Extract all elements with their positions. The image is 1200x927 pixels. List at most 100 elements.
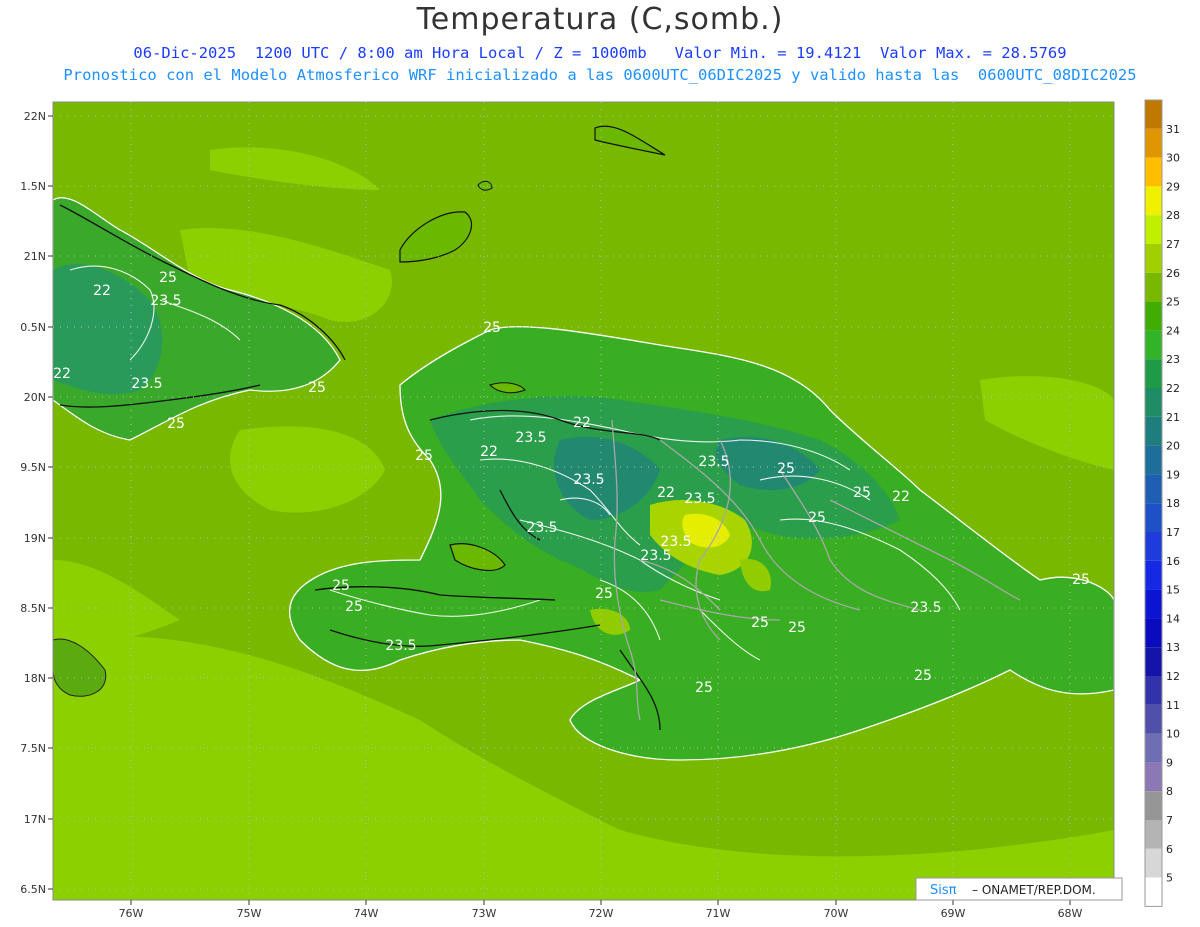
colorbar-label: 7 <box>1166 814 1173 827</box>
contour-label: 25 <box>751 615 769 631</box>
contour-label: 22 <box>93 283 111 299</box>
colorbar-swatch <box>1145 301 1162 331</box>
contour-label: 25 <box>788 620 806 636</box>
colorbar: 31 30 29 28 27 26 25 24 23 22 21 20 19 18 17 16 15 14 13 12… <box>1144 99 1180 907</box>
contour-label: 25 <box>695 680 713 696</box>
colorbar-swatch <box>1145 474 1162 504</box>
lon-label: 70W <box>824 907 849 920</box>
colorbar-swatch <box>1145 157 1162 187</box>
colorbar-label: 5 <box>1166 872 1173 885</box>
colorbar-swatch <box>1145 647 1162 676</box>
contour-label: 25 <box>1072 572 1090 588</box>
colorbar-label: 22 <box>1166 382 1180 395</box>
lat-label: 19N <box>24 532 46 545</box>
contour-label: 22 <box>53 366 71 382</box>
lat-label: 20N <box>24 391 46 404</box>
lon-label: 68W <box>1058 907 1083 920</box>
contour-label: 23.5 <box>684 491 715 507</box>
colorbar-label: 19 <box>1166 468 1180 481</box>
colorbar-label: 13 <box>1166 641 1180 654</box>
temperature-map: 25 22 23.5 22 23.5 25 25 25 22 23.5 25 22 23.5 25 23.5… <box>20 99 1180 920</box>
contour-label: 25 <box>483 320 501 336</box>
contour-label: 25 <box>595 586 613 602</box>
colorbar-label: 12 <box>1166 670 1180 683</box>
colorbar-swatch <box>1145 589 1162 619</box>
contour-label: 22 <box>657 485 675 501</box>
longitude-axis: 76W 75W 74W 73W 72W 71W 70W 69W 68W <box>119 900 1083 920</box>
colorbar-label: 9 <box>1166 756 1173 769</box>
contour-label: 22 <box>480 444 498 460</box>
colorbar-label: 26 <box>1166 267 1180 280</box>
contour-label: 23.5 <box>150 293 181 309</box>
colorbar-swatch <box>1145 503 1162 532</box>
lon-label: 71W <box>706 907 731 920</box>
colorbar-swatch <box>1145 820 1162 849</box>
colorbar-swatch <box>1145 618 1162 648</box>
contour-label: 25 <box>345 599 363 615</box>
colorbar-label: 24 <box>1166 324 1180 337</box>
lon-label: 72W <box>589 907 614 920</box>
colorbar-label: 30 <box>1166 152 1180 165</box>
contour-label: 23.5 <box>698 454 729 470</box>
colorbar-label: 10 <box>1166 728 1180 741</box>
colorbar-label: 31 <box>1166 123 1180 136</box>
lat-label: 17N <box>24 813 46 826</box>
contour-label: 23.5 <box>515 430 546 446</box>
lon-label: 69W <box>941 907 966 920</box>
latitude-axis: 22N 1.5N 21N 0.5N 20N 9.5N 19N 8.5N 18N 7.5N 17N 6.… <box>20 110 53 896</box>
contour-label: 23.5 <box>131 376 162 392</box>
colorbar-swatch <box>1145 416 1162 446</box>
colorbar-label: 27 <box>1166 238 1180 251</box>
colorbar-swatch <box>1145 445 1162 475</box>
contour-label: 23.5 <box>526 520 557 536</box>
lat-label: 8.5N <box>20 602 46 615</box>
colorbar-label: 20 <box>1166 440 1180 453</box>
contour-label: 23.5 <box>640 548 671 564</box>
colorbar-label: 8 <box>1166 785 1173 798</box>
contour-label: 25 <box>415 448 433 464</box>
colorbar-swatch <box>1145 762 1162 792</box>
colorbar-label: 25 <box>1166 296 1180 309</box>
colorbar-swatch <box>1145 791 1162 820</box>
lat-label: 0.5N <box>20 321 46 334</box>
contour-label: 23.5 <box>385 638 416 654</box>
lat-label: 9.5N <box>20 461 46 474</box>
colorbar-swatch <box>1145 359 1162 388</box>
colorbar-swatch <box>1145 877 1162 907</box>
credit-text: – ONAMET/REP.DOM. <box>972 883 1096 897</box>
colorbar-swatch <box>1145 215 1162 244</box>
colorbar-label: 15 <box>1166 584 1180 597</box>
colorbar-swatch <box>1145 330 1162 360</box>
colorbar-label: 16 <box>1166 555 1180 568</box>
lat-label: 1.5N <box>20 180 46 193</box>
contour-label: 25 <box>914 668 932 684</box>
lon-label: 76W <box>119 907 144 920</box>
credit-logo: Sisπ <box>930 883 957 898</box>
contour-label: 25 <box>808 510 826 526</box>
contour-label: 22 <box>573 415 591 431</box>
lat-label: 18N <box>24 672 46 685</box>
contour-label: 23.5 <box>910 600 941 616</box>
colorbar-label: 17 <box>1166 526 1180 539</box>
lat-label: 21N <box>24 250 46 263</box>
contour-label: 25 <box>853 485 871 501</box>
colorbar-swatch <box>1145 676 1162 705</box>
contour-label: 25 <box>777 461 795 477</box>
contour-label: 25 <box>308 380 326 396</box>
colorbar-label: 29 <box>1166 180 1180 193</box>
colorbar-label: 11 <box>1166 699 1180 712</box>
colorbar-swatch <box>1145 272 1162 302</box>
colorbar-swatch <box>1145 244 1162 273</box>
contour-label: 25 <box>167 416 185 432</box>
lon-label: 73W <box>472 907 497 920</box>
colorbar-swatch <box>1145 532 1162 561</box>
credit-box: Sisπ – ONAMET/REP.DOM. <box>915 877 1123 901</box>
colorbar-swatch <box>1145 848 1162 878</box>
colorbar-swatch <box>1145 704 1162 734</box>
colorbar-label: 18 <box>1166 497 1180 510</box>
colorbar-label: 6 <box>1166 843 1173 856</box>
colorbar-label: 14 <box>1166 612 1180 625</box>
contour-label: 22 <box>892 489 910 505</box>
colorbar-swatch <box>1145 560 1162 590</box>
lat-label: 7.5N <box>20 742 46 755</box>
